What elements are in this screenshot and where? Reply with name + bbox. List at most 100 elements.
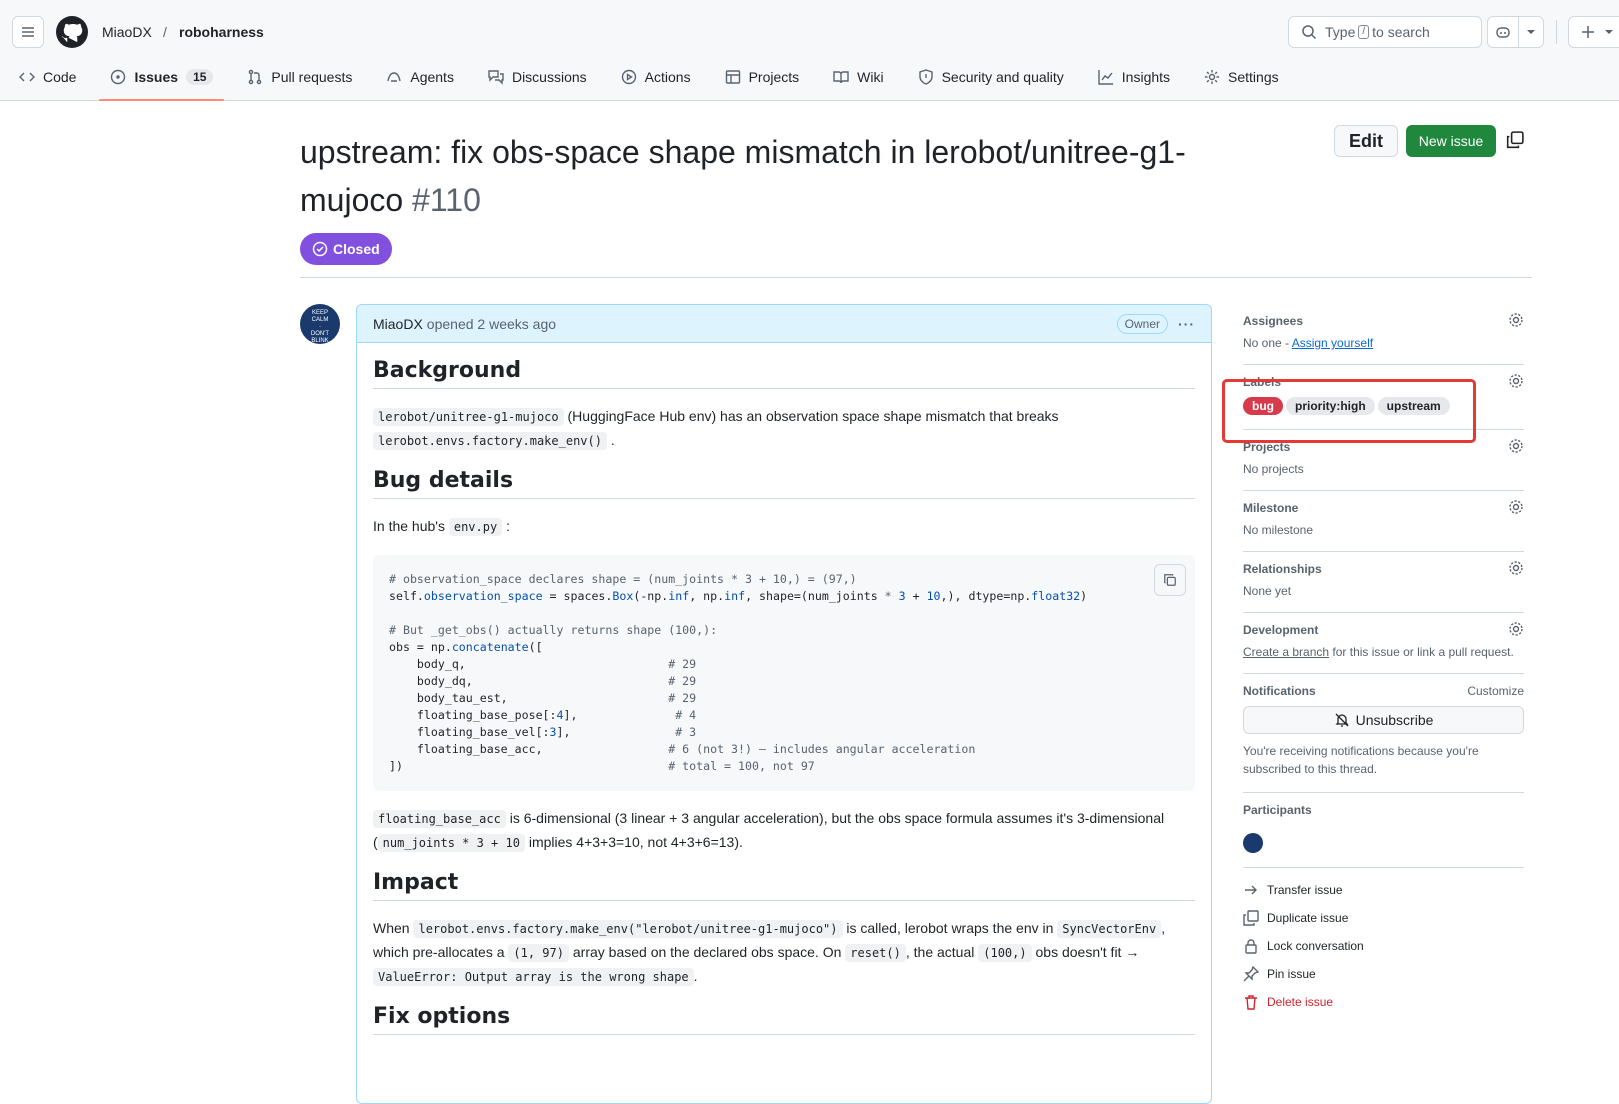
search-placeholder-suffix: to search: [1372, 24, 1430, 40]
pin-icon: [1243, 966, 1259, 982]
tab-discussions[interactable]: Discussions: [477, 60, 598, 94]
floating-base-paragraph: floating_base_acc is 6-dimensional (3 li…: [373, 810, 1165, 852]
owner-badge: Owner: [1116, 313, 1168, 334]
lock-conversation-button[interactable]: Lock conversation: [1243, 932, 1524, 960]
comment-author[interactable]: MiaoDX: [373, 316, 423, 332]
gear-icon[interactable]: [1508, 312, 1524, 328]
heading-background: Background: [373, 359, 1195, 389]
tab-insights[interactable]: Insights: [1087, 60, 1181, 94]
transfer-issue-button[interactable]: Transfer issue: [1243, 876, 1524, 904]
divider: [1556, 20, 1557, 44]
assign-yourself-link[interactable]: Assign yourself: [1292, 336, 1373, 350]
tab-actions[interactable]: Actions: [610, 60, 702, 94]
gear-icon[interactable]: [1508, 499, 1524, 515]
delete-issue-button[interactable]: Delete issue: [1243, 988, 1524, 1016]
issue-title: upstream: fix obs-space shape mismatch i…: [300, 128, 1200, 224]
lock-icon: [1245, 939, 1257, 954]
shield-icon: [918, 69, 933, 85]
customize-link[interactable]: Customize: [1467, 684, 1524, 698]
play-icon: [621, 69, 636, 85]
pin-issue-button[interactable]: Pin issue: [1243, 960, 1524, 988]
code-icon: [19, 72, 35, 82]
labels-highlight-box: [1222, 379, 1476, 443]
edit-button[interactable]: Edit: [1334, 125, 1398, 157]
search-input[interactable]: Type / to search: [1288, 16, 1482, 48]
copy-icon: [1164, 574, 1176, 586]
breadcrumb-separator: /: [163, 24, 167, 40]
copy-code-button[interactable]: [1154, 564, 1186, 596]
issues-count: 15: [186, 69, 214, 85]
notifications-section: Notifications Customize Unsubscribe You'…: [1243, 674, 1524, 793]
gear-icon[interactable]: [1508, 560, 1524, 576]
arrow-right-icon: [1245, 885, 1257, 895]
git-pull-request-icon: [249, 69, 262, 85]
copilot-dropdown-button[interactable]: [1518, 16, 1544, 48]
github-logo-icon[interactable]: [56, 16, 88, 48]
graph-icon: [1098, 70, 1113, 85]
comment-header: MiaoDX opened 2 weeks ago Owner ···: [357, 305, 1211, 343]
assignees-section: Assignees No one - Assign yourself: [1243, 304, 1524, 365]
copilot-button[interactable]: [1487, 16, 1519, 48]
issue-actions: Transfer issue Duplicate issue Lock conv…: [1243, 868, 1524, 1016]
bug-paragraph: In the hub's env.py :: [373, 518, 510, 536]
duplicate-issue-button[interactable]: Duplicate issue: [1243, 904, 1524, 932]
issue-body-comment: MiaoDX opened 2 weeks ago Owner ··· Back…: [356, 304, 1212, 1104]
issue-closed-icon: [312, 241, 328, 257]
copilot-icon: [1496, 27, 1510, 38]
tab-settings[interactable]: Settings: [1193, 60, 1290, 94]
tab-issues[interactable]: Issues 15: [99, 60, 225, 101]
tab-projects[interactable]: Projects: [714, 60, 811, 94]
heading-bug-details: Bug details: [373, 469, 1195, 499]
search-icon: [1302, 25, 1317, 40]
copy-link-icon[interactable]: [1506, 131, 1524, 149]
tab-code[interactable]: Code: [8, 60, 87, 94]
table-icon: [725, 70, 740, 84]
comment-discussion-icon: [488, 70, 504, 85]
search-shortcut-key: /: [1358, 25, 1370, 39]
menu-button[interactable]: [12, 16, 44, 48]
gear-icon[interactable]: [1508, 438, 1524, 454]
breadcrumb-repo[interactable]: roboharness: [179, 24, 264, 40]
issue-number: #110: [412, 182, 481, 218]
comment-timestamp[interactable]: opened 2 weeks ago: [427, 316, 556, 332]
code-block: # observation_space declares shape = (nu…: [373, 555, 1195, 791]
caret-down-icon: [1527, 30, 1535, 34]
tab-wiki[interactable]: Wiki: [822, 60, 894, 94]
divider: [300, 277, 1532, 278]
create-new-button[interactable]: [1568, 16, 1619, 48]
book-icon: [833, 71, 849, 84]
caret-down-icon: [1605, 30, 1613, 34]
issue-opened-icon: [111, 69, 126, 85]
milestone-section: Milestone No milestone: [1243, 491, 1524, 552]
development-section: Development Create a branch for this iss…: [1243, 613, 1524, 674]
unsubscribe-button[interactable]: Unsubscribe: [1243, 706, 1524, 734]
tab-agents[interactable]: Agents: [375, 60, 465, 94]
heading-impact: Impact: [373, 871, 1195, 901]
avatar[interactable]: KEEP CALM · DON'T BLINK: [300, 304, 340, 344]
trash-icon: [1245, 995, 1257, 1010]
gear-icon[interactable]: [1508, 373, 1524, 389]
top-bar: MiaoDX / roboharness Type / to search Co…: [0, 0, 1619, 101]
bell-slash-icon: [1335, 713, 1349, 727]
repo-tabs: Code Issues 15 Pull requests Agents Discu…: [0, 60, 1294, 101]
tab-security[interactable]: Security and quality: [907, 60, 1075, 94]
comment-body: Background lerobot/unitree-g1-mujoco (Hu…: [357, 343, 1211, 1067]
create-branch-link[interactable]: Create a branch: [1243, 645, 1329, 659]
plus-icon: [1582, 26, 1594, 38]
participant-avatar[interactable]: [1243, 833, 1263, 853]
relationships-section: Relationships None yet: [1243, 552, 1524, 613]
search-placeholder-prefix: Type: [1325, 24, 1356, 40]
participants-section: Participants: [1243, 793, 1524, 868]
gear-icon[interactable]: [1508, 621, 1524, 637]
tab-pull-requests[interactable]: Pull requests: [236, 60, 363, 94]
kebab-horizontal-icon[interactable]: ···: [1178, 316, 1195, 332]
heading-fix-options: Fix options: [373, 1005, 1195, 1035]
issue-state-badge: Closed: [300, 233, 392, 265]
new-issue-button[interactable]: New issue: [1406, 125, 1496, 157]
duplicate-icon: [1243, 910, 1259, 926]
hamburger-icon: [22, 27, 34, 37]
impact-paragraph: When lerobot.envs.factory.make_env("lero…: [373, 920, 1166, 986]
agent-icon: [387, 72, 402, 82]
breadcrumb-owner[interactable]: MiaoDX: [102, 24, 152, 40]
background-paragraph: lerobot/unitree-g1-mujoco (HuggingFace H…: [373, 405, 1195, 453]
